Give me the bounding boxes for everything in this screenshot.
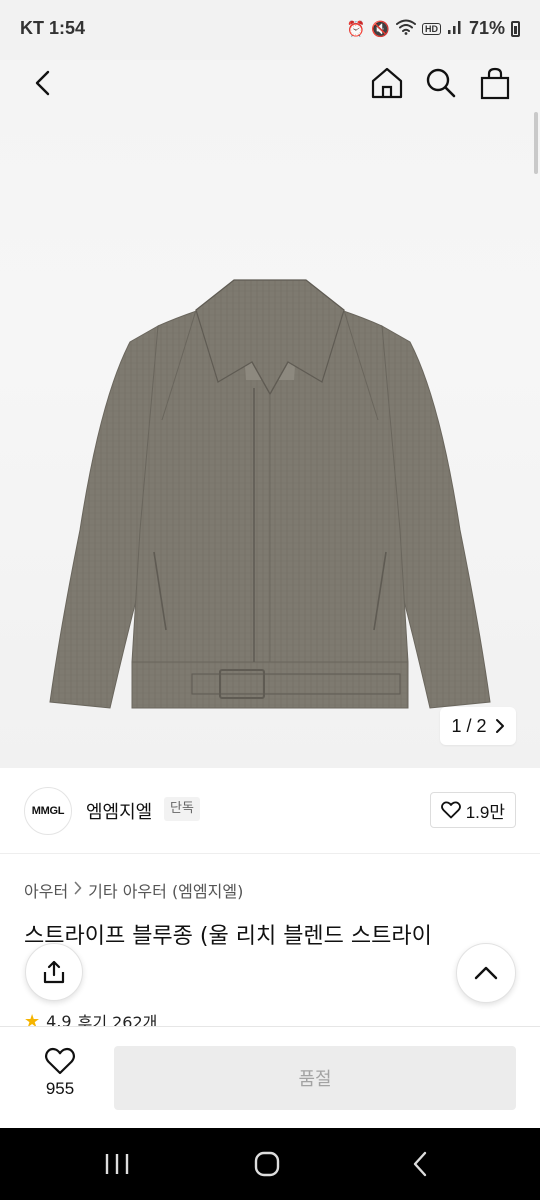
pager-text: 1 / 2 [451, 715, 487, 736]
product-image-gallery[interactable]: MMGL [0, 60, 540, 768]
share-button[interactable] [25, 943, 83, 1001]
system-home-icon[interactable] [247, 1148, 287, 1180]
brand-like-count: 1.9만 [465, 802, 505, 822]
share-icon [43, 960, 65, 984]
system-back-icon[interactable] [400, 1148, 440, 1180]
breadcrumb-category[interactable]: 아우터 [24, 878, 68, 902]
brand-logo[interactable]: MMGL [24, 787, 72, 835]
exclusive-badge: 단독 [164, 797, 200, 821]
product-title: 스트라이프 블루종 (울 리치 블렌드 스트라이 [24, 924, 432, 949]
breadcrumb-subcategory[interactable]: 기타 아우터 (엠엠지엘) [88, 878, 243, 902]
search-icon[interactable] [418, 60, 464, 106]
sold-out-button[interactable]: 품절 [114, 1046, 516, 1110]
status-carrier-time: KT 1:54 [20, 18, 86, 38]
chevron-up-icon [474, 966, 498, 980]
home-icon[interactable] [364, 60, 410, 106]
wifi-icon [395, 19, 416, 39]
bottom-action-bar: 955 품절 [0, 1026, 540, 1128]
scroll-to-top-button[interactable] [456, 943, 516, 1003]
mute-icon: 🔇 [371, 20, 390, 38]
battery-icon [511, 20, 520, 37]
heart-icon [44, 1047, 76, 1075]
wishlist-button[interactable]: 955 [30, 1047, 90, 1099]
product-image-jacket: MMGL [49, 279, 491, 709]
heart-icon [440, 801, 461, 819]
status-bar: KT 1:54 ⏰ 🔇 HD 71% [0, 0, 540, 60]
chevron-right-icon [74, 881, 82, 899]
hd-badge: HD [421, 22, 441, 35]
page-scrollbar[interactable] [534, 112, 538, 174]
shopping-bag-icon[interactable] [472, 60, 518, 106]
wishlist-count: 955 [45, 1079, 75, 1098]
system-navigation-bar [0, 1128, 540, 1200]
chevron-right-icon [495, 719, 504, 733]
top-navigation [0, 60, 540, 106]
brand-name[interactable]: 엠엠지엘 [86, 798, 152, 824]
signal-icon [447, 19, 463, 39]
breadcrumb: 아우터 기타 아우터 (엠엠지엘) [24, 878, 243, 902]
brand-like-button[interactable]: 1.9만 [429, 792, 516, 828]
recent-apps-icon[interactable] [97, 1148, 137, 1180]
alarm-icon: ⏰ [346, 20, 366, 38]
brand-row: MMGL 엠엠지엘 단독 1.9만 [0, 768, 540, 854]
status-icons: ⏰ 🔇 HD 71% [347, 18, 520, 39]
gallery-pager[interactable]: 1 / 2 [440, 707, 516, 745]
battery-percent: 71% [468, 18, 505, 38]
back-icon[interactable] [20, 60, 66, 106]
